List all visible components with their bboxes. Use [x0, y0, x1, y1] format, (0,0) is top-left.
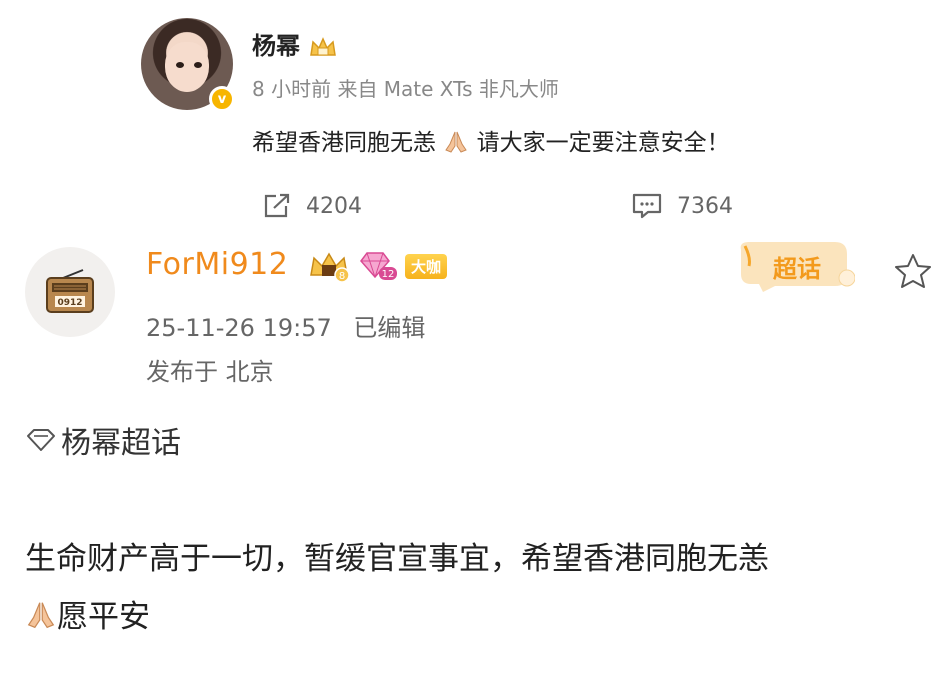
post-body-line: 生命财产高于一切，暂缓官宣事宜，希望香港同胞无恙 [25, 541, 769, 577]
comment-count: 7364 [677, 193, 733, 219]
post-text-part: 希望香港同胞无恙 [252, 130, 436, 156]
diamond-level: 12 [382, 269, 395, 280]
star-icon[interactable] [893, 252, 933, 290]
post-location: 发布于 北京 [146, 358, 274, 386]
svg-text:0912: 0912 [57, 298, 82, 308]
edited-label[interactable]: 已编辑 [353, 314, 425, 342]
supertopic-tag-label: 超话 [773, 255, 821, 283]
post-body-text: 愿平安 [57, 599, 150, 635]
author-name-text[interactable]: 杨幂 [252, 32, 300, 60]
avatar[interactable]: 0912 [25, 247, 115, 337]
author-name[interactable]: 杨幂 [252, 26, 338, 61]
timestamp: 25-11-26 19:57 [146, 314, 332, 342]
post-text-part: 请大家一定要注意安全！ [476, 130, 730, 156]
post-meta: 8 小时前 来自 Mate XTs 非凡大师 [252, 77, 559, 101]
comment-icon [632, 193, 662, 219]
user-badges: 8 12 大咖 [307, 249, 448, 283]
diamond-icon: 12 [360, 252, 397, 280]
verified-badge-icon: v [209, 86, 235, 112]
crown-icon [310, 37, 337, 56]
radio-avatar-icon: 0912 [46, 269, 94, 313]
post-body: 生命财产高于一切，暂缓官宣事宜，希望香港同胞无恙 愿平安 [25, 530, 925, 646]
diamond-icon [27, 429, 55, 451]
author-name[interactable]: ForMi912 [146, 247, 288, 282]
avatar-eye [194, 62, 202, 68]
repost-icon [264, 193, 290, 218]
repost-count: 4204 [306, 193, 362, 219]
dakai-badge: 大咖 [405, 253, 448, 279]
post-text: 希望香港同胞无恙 请大家一定要注意安全！ [252, 123, 730, 157]
avatar-eye [176, 62, 184, 68]
fan-level: 8 [339, 271, 345, 282]
post-body-line: 愿平安 [25, 588, 925, 646]
repost-button[interactable]: 4204 [262, 192, 362, 220]
avatar[interactable]: v [141, 18, 235, 112]
crown-level-icon: 8 [310, 252, 350, 283]
supertopic-link-label: 杨幂超话 [61, 426, 181, 461]
comment-button[interactable]: 7364 [631, 192, 733, 220]
supertopic-tag[interactable]: 超话 [735, 236, 856, 294]
praying-hands-emoji [445, 131, 468, 153]
supertopic-link[interactable]: 杨幂超话 [25, 418, 181, 462]
praying-hands-emoji [27, 602, 55, 629]
post-time: 25-11-26 19:57 已编辑 [146, 308, 425, 343]
avatar-face [165, 42, 209, 92]
